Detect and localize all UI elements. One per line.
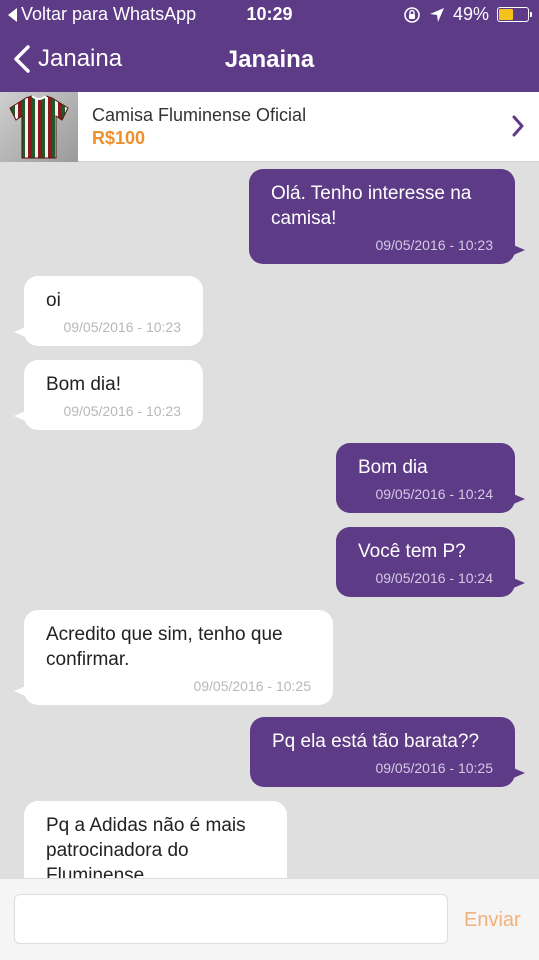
message-input[interactable]: [14, 894, 448, 944]
message-outgoing: Você tem P? 09/05/2016 - 10:24: [336, 527, 525, 597]
chevron-right-icon[interactable]: [511, 114, 525, 138]
message-text-line: Bom dia: [358, 457, 428, 478]
back-button-label: Janaina: [38, 45, 123, 72]
message-composer: Enviar: [0, 878, 539, 960]
chat-thread[interactable]: Olá. Tenho interesse na camisa! 09/05/20…: [0, 162, 539, 878]
message-timestamp: 09/05/2016 - 10:25: [193, 678, 311, 694]
message-text-line: Você tem P?: [358, 541, 466, 562]
status-right: 49%: [403, 4, 532, 25]
message-timestamp: 09/05/2016 - 10:23: [375, 237, 493, 253]
message-outgoing: Olá. Tenho interesse na camisa! 09/05/20…: [249, 169, 525, 264]
message-text-line: Fluminense: [46, 865, 145, 878]
message-outgoing: Bom dia 09/05/2016 - 10:24: [336, 443, 525, 513]
message-timestamp: 09/05/2016 - 10:24: [375, 570, 493, 586]
back-button[interactable]: Janaina: [12, 44, 122, 74]
message-incoming: Bom dia! 09/05/2016 - 10:23: [14, 360, 203, 430]
message-text-line: Pq a Adidas não é mais: [46, 815, 246, 836]
message-timestamp: 09/05/2016 - 10:23: [63, 319, 181, 335]
back-triangle-icon: [8, 7, 17, 22]
message-text-line: Olá. Tenho interesse na: [271, 183, 472, 204]
message-text-line: camisa!: [271, 208, 337, 229]
message-incoming: Acredito que sim, tenho que confirmar. 0…: [14, 610, 333, 705]
product-image: [0, 91, 78, 162]
jersey-icon: [9, 94, 69, 158]
message-timestamp: 09/05/2016 - 10:24: [375, 486, 493, 502]
message-text-line: Acredito que sim, tenho que: [46, 624, 283, 645]
battery-percent: 49%: [452, 4, 489, 24]
product-info: Camisa Fluminense Oficial R$100: [92, 105, 539, 149]
message-incoming: oi 09/05/2016 - 10:23: [14, 276, 203, 346]
message-timestamp: 09/05/2016 - 10:23: [63, 403, 181, 419]
message-text-line: patrocinadora do: [46, 840, 189, 861]
message-incoming: Pq a Adidas não é mais patrocinadora do …: [24, 801, 287, 878]
message-text-line: Bom dia!: [46, 374, 121, 395]
send-button[interactable]: Enviar: [464, 909, 521, 932]
product-price: R$100: [92, 127, 146, 148]
message-text-line: oi: [46, 290, 61, 311]
message-text-line: confirmar.: [46, 649, 130, 670]
location-arrow-icon: [429, 7, 444, 22]
back-to-whatsapp-link[interactable]: Voltar para WhatsApp: [8, 4, 196, 25]
message-text-line: Pq ela está tão barata??: [272, 731, 480, 752]
rotation-lock-icon: [404, 6, 420, 23]
navigation-bar: Janaina Janaina: [0, 30, 539, 92]
battery-icon: [497, 7, 532, 22]
product-name: Camisa Fluminense Oficial: [92, 104, 307, 125]
battery-fill: [499, 9, 513, 20]
message-timestamp: 09/05/2016 - 10:25: [375, 760, 493, 776]
chevron-left-icon: [14, 45, 30, 73]
status-bar: Voltar para WhatsApp 10:29 49%: [0, 0, 539, 30]
product-banner[interactable]: Camisa Fluminense Oficial R$100: [0, 91, 539, 162]
back-to-whatsapp-label: Voltar para WhatsApp: [21, 4, 197, 24]
message-outgoing: Pq ela está tão barata?? 09/05/2016 - 10…: [250, 717, 525, 787]
